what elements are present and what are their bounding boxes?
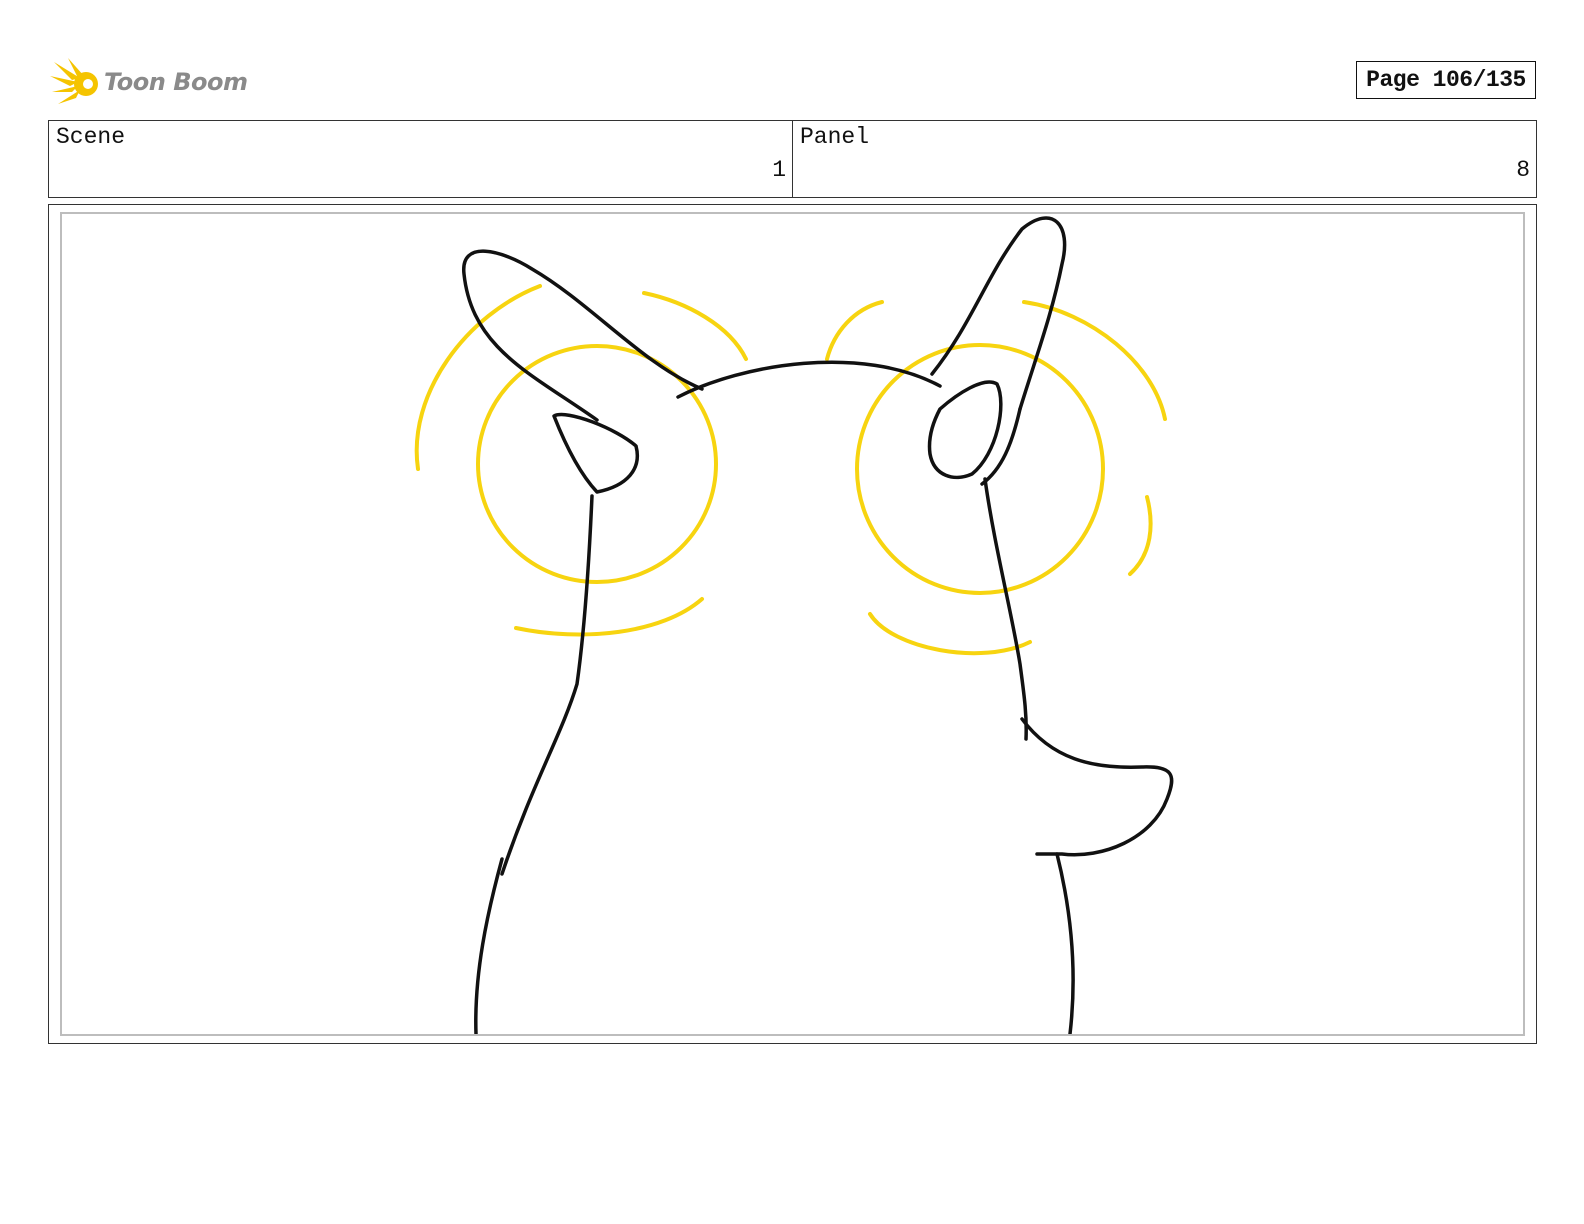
right-eye-shape — [927, 380, 1003, 480]
storyboard-panel-frame — [48, 204, 1537, 1044]
toon-boom-logo: Toon Boom — [50, 54, 248, 110]
arm-stub — [1020, 717, 1174, 857]
scene-panel-info-table: Scene 1 Panel 8 — [48, 120, 1537, 198]
storyboard-panel-image — [60, 212, 1525, 1036]
panel-number: 8 — [1516, 157, 1530, 183]
sketch-drawing — [414, 216, 1174, 1034]
right-outer-arc-bottom — [868, 612, 1032, 656]
panel-label: Panel — [800, 124, 870, 150]
eye-glow-strokes — [414, 284, 1167, 656]
logo-text: Toon Boom — [104, 68, 248, 96]
left-outer-arc-bottom — [514, 597, 704, 637]
right-horn — [930, 216, 1067, 411]
page-number-badge: Page 106/135 — [1356, 61, 1536, 99]
panel-cell: Panel 8 — [792, 121, 1536, 197]
character-outline — [462, 216, 1174, 1034]
left-eye-shape — [552, 412, 639, 494]
right-outer-arc-top-right — [1022, 300, 1167, 421]
right-outer-arc-top-left — [825, 300, 884, 361]
left-outer-arc-right — [642, 291, 748, 361]
right-body-lower — [1055, 852, 1075, 1034]
scene-cell: Scene 1 — [49, 121, 792, 197]
left-body-lower — [474, 857, 504, 1034]
head-top-curve — [676, 360, 942, 399]
right-body-side — [983, 477, 1028, 741]
right-outer-arc-right — [1128, 495, 1153, 576]
toon-boom-logo-icon — [50, 58, 98, 104]
left-eye-ring — [476, 344, 718, 584]
scene-number: 1 — [772, 157, 786, 183]
scene-label: Scene — [56, 124, 126, 150]
